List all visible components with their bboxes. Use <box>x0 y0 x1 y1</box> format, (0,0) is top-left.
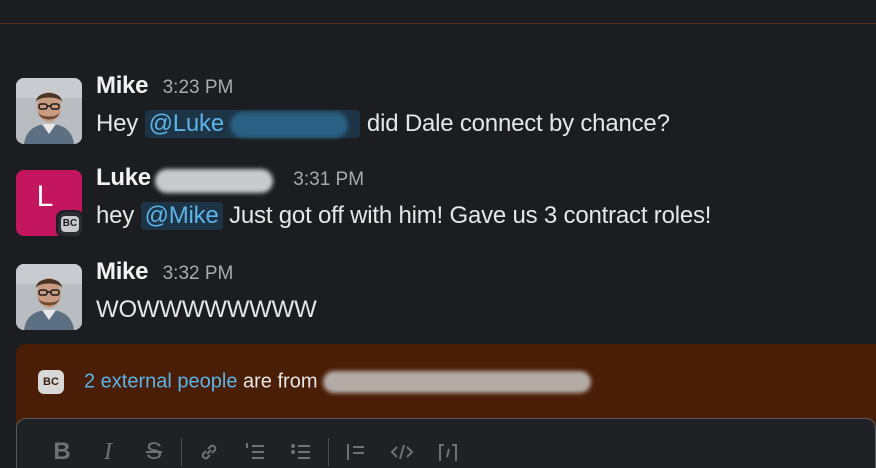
sender-name[interactable]: Luke <box>96 164 151 191</box>
link-icon <box>201 444 217 460</box>
external-people-link[interactable]: 2 external people <box>84 370 237 392</box>
redacted-org-name <box>323 371 592 393</box>
message-body: Luke 3:31 PM hey @Mike Just got off with… <box>96 164 856 230</box>
blockquote-icon <box>347 444 364 460</box>
link-button[interactable] <box>186 435 232 468</box>
strikethrough-button[interactable]: S <box>131 435 177 468</box>
italic-button[interactable]: I <box>85 435 131 468</box>
strikethrough-icon: S <box>145 438 162 465</box>
message-text-end: Just got off with him! Gave us 3 contrac… <box>229 202 712 229</box>
message-text: hey @Mike Just got off with him! Gave us… <box>96 202 856 230</box>
message-text: WOWWWWWWWW <box>96 296 317 323</box>
toolbar-divider <box>328 438 329 466</box>
bulleted-list-button[interactable] <box>278 435 324 468</box>
redacted-name <box>230 111 349 138</box>
message-text-start: Hey <box>96 110 139 137</box>
timestamp[interactable]: 3:31 PM <box>293 169 364 190</box>
message-body: Mike 3:32 PM WOWWWWWWWW <box>96 258 856 324</box>
timestamp[interactable]: 3:32 PM <box>163 263 234 284</box>
avatar[interactable] <box>16 264 82 330</box>
message-text-end: did Dale connect by chance? <box>366 110 670 137</box>
bold-icon: B <box>53 438 71 465</box>
org-badge-label: BC <box>61 216 79 232</box>
external-people-banner: BC 2 external people are from B I S <box>16 344 876 468</box>
message-text-start: hey <box>96 202 135 229</box>
ordered-list-button[interactable] <box>232 435 278 468</box>
divider <box>0 23 876 24</box>
mention-luke[interactable]: @Luke <box>144 110 361 138</box>
avatar[interactable]: L BC <box>16 170 84 238</box>
sender-name[interactable]: Mike <box>96 72 148 99</box>
avatar[interactable] <box>16 78 82 144</box>
avatar-letter: L <box>36 180 54 213</box>
mention-label: @Luke <box>148 110 225 137</box>
italic-icon: I <box>104 438 112 465</box>
slack-channel-view: Mike 3:23 PM Hey @Luke did Dale connect … <box>0 0 876 468</box>
code-button[interactable] <box>379 435 425 468</box>
message-header: Mike 3:32 PM <box>96 258 856 288</box>
blockquote-button[interactable] <box>333 435 379 468</box>
org-badge: BC <box>56 210 84 238</box>
toolbar-divider <box>181 438 182 466</box>
banner-row: BC 2 external people are from <box>38 370 592 394</box>
mention-mike[interactable]: @Mike <box>140 202 223 230</box>
code-icon <box>390 444 414 460</box>
org-badge: BC <box>38 370 64 394</box>
message-header: Luke 3:31 PM <box>96 164 856 194</box>
code-block-button[interactable] <box>425 435 471 468</box>
message-body: Mike 3:23 PM Hey @Luke did Dale connect … <box>96 72 856 138</box>
message-composer[interactable]: B I S <box>16 418 876 468</box>
code-block-icon <box>439 444 457 461</box>
banner-text: are from <box>243 370 318 393</box>
timestamp[interactable]: 3:23 PM <box>163 77 234 98</box>
sender-name[interactable]: Mike <box>96 258 148 285</box>
message-header: Mike 3:23 PM <box>96 72 856 102</box>
formatting-toolbar: B I S <box>39 435 471 468</box>
ordered-list-icon <box>246 443 264 459</box>
message-text: Hey @Luke did Dale connect by chance? <box>96 110 856 138</box>
redacted-surname <box>154 168 273 193</box>
bold-button[interactable]: B <box>39 435 85 468</box>
bulleted-list-icon <box>291 444 310 459</box>
